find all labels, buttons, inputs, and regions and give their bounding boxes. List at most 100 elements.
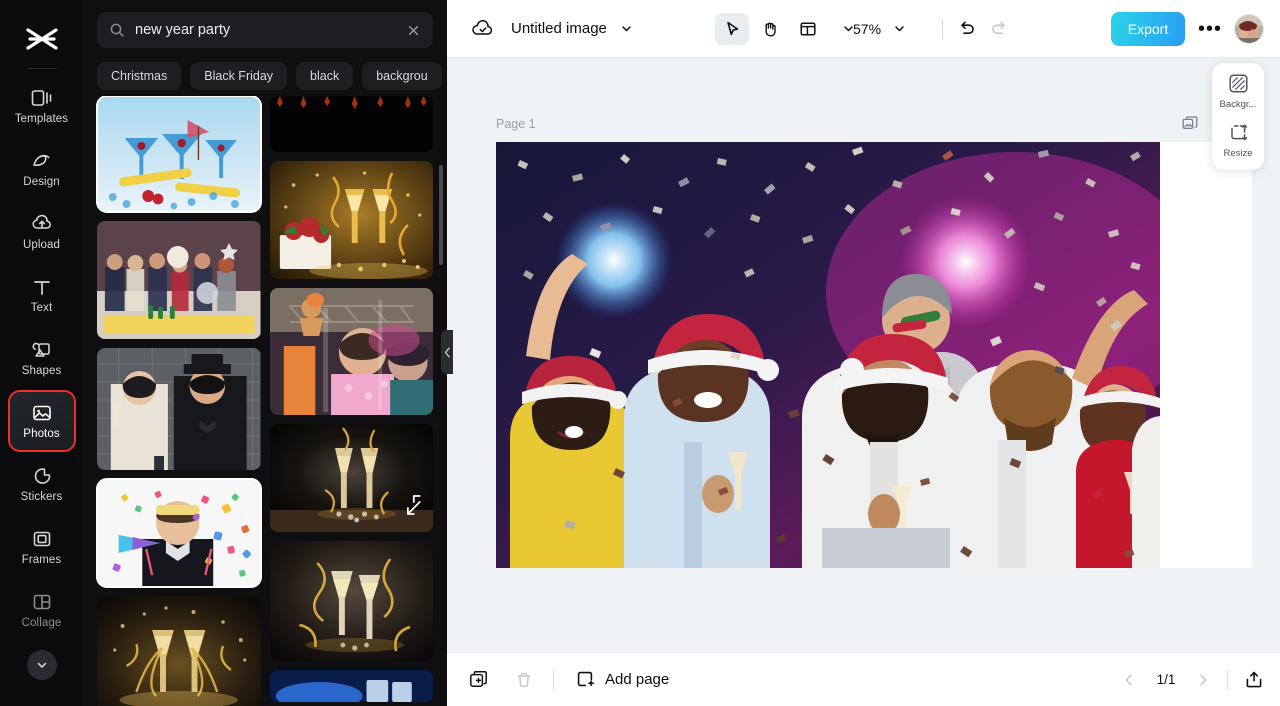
sidebar-item-text[interactable]: Text bbox=[10, 266, 74, 324]
search-section bbox=[83, 0, 447, 48]
resize-label: Resize bbox=[1223, 147, 1253, 159]
photo-thumb-dark-fireworks-strip[interactable] bbox=[269, 96, 433, 152]
background-hatch-icon bbox=[1228, 73, 1249, 94]
select-tool-button[interactable] bbox=[715, 12, 749, 45]
hand-icon bbox=[761, 20, 779, 38]
capcut-editor-window: Templates Design Upload Text Shapes Phot… bbox=[0, 0, 1280, 706]
sidebar-item-collage[interactable]: Collage bbox=[10, 581, 74, 639]
chip-black-friday[interactable]: Black Friday bbox=[190, 62, 288, 90]
page-navigation: 1/1 bbox=[1121, 669, 1264, 690]
sidebar-label: Photos bbox=[23, 427, 60, 440]
rail-divider bbox=[26, 68, 57, 69]
zoom-chevron-down-icon[interactable] bbox=[893, 22, 906, 35]
add-page-label: Add page bbox=[605, 671, 670, 688]
present-icon[interactable] bbox=[1244, 670, 1264, 690]
bottom-toolbar: Add page 1/1 bbox=[447, 652, 1280, 706]
zoom-level: 57% bbox=[853, 20, 882, 37]
prev-page-icon[interactable] bbox=[1121, 672, 1137, 688]
photo-thumb-blue-ice-drinks[interactable] bbox=[269, 670, 433, 702]
photo-thumb-blue-martini-cocktails[interactable] bbox=[96, 96, 262, 213]
document-title[interactable]: Untitled image bbox=[511, 20, 607, 37]
duplicate-icon bbox=[469, 670, 488, 689]
canvas-page[interactable] bbox=[496, 142, 1252, 568]
design-icon bbox=[31, 150, 53, 172]
top-toolbar: Untitled image 57% Export ••• bbox=[447, 0, 1280, 58]
left-navigation-rail: Templates Design Upload Text Shapes Phot… bbox=[0, 0, 83, 706]
sidebar-item-templates[interactable]: Templates bbox=[10, 77, 74, 135]
upload-cloud-icon bbox=[31, 213, 53, 235]
chip-black[interactable]: black bbox=[296, 62, 354, 90]
sidebar-label: Collage bbox=[21, 616, 62, 629]
collage-icon bbox=[31, 591, 53, 613]
duplicate-page-button[interactable] bbox=[461, 665, 495, 695]
background-label: Backgr... bbox=[1219, 99, 1257, 110]
delete-page-button bbox=[507, 665, 541, 695]
sidebar-label: Upload bbox=[22, 238, 61, 251]
canvas-area[interactable]: Page 1 Backgr... Resize bbox=[447, 58, 1280, 652]
rail-expand-more-button[interactable] bbox=[26, 650, 57, 680]
photo-thumb-champagne-glasses-gold[interactable] bbox=[97, 596, 261, 706]
sidebar-label: Text bbox=[30, 301, 53, 314]
sidebar-label: Stickers bbox=[20, 490, 63, 503]
photo-thumb-champagne-flutes-ribbon[interactable] bbox=[269, 541, 433, 661]
page-indicator: 1/1 bbox=[1156, 672, 1176, 687]
more-options-button[interactable]: ••• bbox=[1198, 19, 1222, 39]
search-icon bbox=[109, 22, 125, 38]
chip-background[interactable]: backgrou bbox=[362, 62, 442, 90]
layout-panel-icon bbox=[799, 20, 817, 38]
photo-thumb-champagne-flutes-dark[interactable] bbox=[269, 424, 433, 532]
background-button[interactable]: Backgr... bbox=[1212, 73, 1264, 110]
sidebar-item-stickers[interactable]: Stickers bbox=[10, 455, 74, 513]
sidebar-item-frames[interactable]: Frames bbox=[10, 518, 74, 576]
add-page-button[interactable]: Add page bbox=[576, 670, 669, 689]
photo-thumb-man-blowing-confetti[interactable] bbox=[96, 478, 262, 588]
chevron-down-icon bbox=[35, 658, 49, 672]
photos-icon bbox=[31, 402, 53, 424]
photo-thumb-masquerade-couple[interactable] bbox=[97, 348, 261, 470]
panel-scrollbar[interactable] bbox=[439, 165, 443, 265]
sidebar-item-design[interactable]: Design bbox=[10, 140, 74, 198]
toolbar-divider bbox=[942, 18, 943, 39]
layout-tool-button[interactable] bbox=[791, 13, 825, 45]
next-page-icon[interactable] bbox=[1195, 672, 1211, 688]
search-box[interactable] bbox=[97, 12, 433, 48]
duplicate-page-icon[interactable] bbox=[1182, 116, 1198, 132]
shapes-icon bbox=[31, 339, 53, 361]
photos-search-panel: Christmas Black Friday black backgrou bbox=[83, 0, 447, 706]
sidebar-item-photos[interactable]: Photos bbox=[7, 390, 76, 452]
frames-icon bbox=[31, 528, 53, 550]
results-column-right bbox=[269, 96, 433, 706]
sidebar-label: Shapes bbox=[21, 364, 62, 377]
search-input[interactable] bbox=[135, 22, 396, 38]
undo-arrow-icon[interactable] bbox=[957, 19, 976, 38]
panel-collapse-handle[interactable] bbox=[441, 330, 453, 374]
capcut-logo-icon[interactable] bbox=[19, 16, 65, 62]
photo-thumb-champagne-gift-gold[interactable] bbox=[269, 161, 433, 279]
user-avatar[interactable] bbox=[1234, 13, 1264, 44]
sidebar-label: Design bbox=[23, 175, 60, 188]
chip-christmas[interactable]: Christmas bbox=[97, 62, 182, 90]
artwork-new-year-party-crowd[interactable] bbox=[496, 142, 1160, 568]
hand-tool-button[interactable] bbox=[753, 13, 787, 45]
photo-results-grid bbox=[83, 96, 447, 706]
photo-thumb-party-group-on-couch[interactable] bbox=[97, 221, 261, 339]
close-icon[interactable] bbox=[406, 23, 421, 38]
photo-thumb-dancing-women-blur[interactable] bbox=[269, 288, 433, 415]
results-column-left bbox=[96, 96, 262, 706]
export-button[interactable]: Export bbox=[1111, 11, 1185, 46]
bottom-divider-right bbox=[1227, 669, 1228, 690]
page-label: Page 1 bbox=[496, 117, 536, 131]
cursor-arrow-icon bbox=[723, 20, 741, 38]
canvas-tools bbox=[715, 12, 855, 45]
zoom-control[interactable]: 57% bbox=[853, 21, 906, 37]
sidebar-label: Frames bbox=[21, 553, 62, 566]
redo-arrow-icon bbox=[990, 19, 1009, 38]
title-chevron-down-icon[interactable] bbox=[620, 22, 633, 35]
add-page-icon bbox=[576, 670, 595, 689]
chevron-left-icon bbox=[444, 347, 451, 358]
sidebar-item-upload[interactable]: Upload bbox=[10, 203, 74, 261]
trash-icon bbox=[515, 671, 533, 689]
sidebar-item-shapes[interactable]: Shapes bbox=[10, 329, 74, 387]
resize-button[interactable]: Resize bbox=[1212, 122, 1264, 159]
sidebar-label: Templates bbox=[14, 112, 69, 125]
